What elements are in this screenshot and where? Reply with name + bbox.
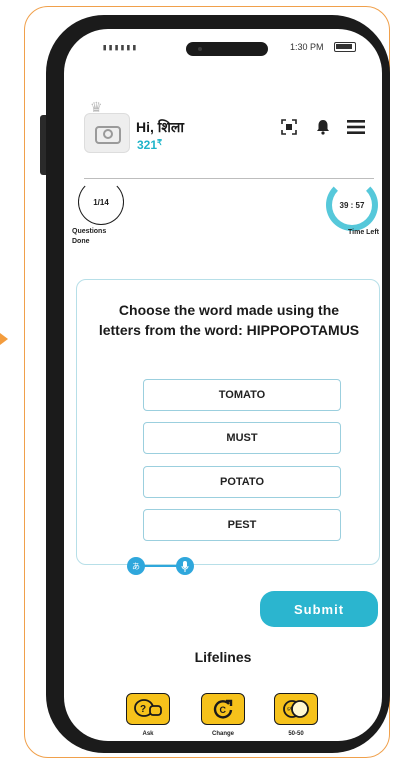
avatar[interactable]: ♛	[84, 99, 130, 157]
lens-icon	[103, 129, 113, 139]
submit-button[interactable]: Submit	[260, 591, 378, 627]
connector-line	[143, 565, 177, 567]
timer-label: Time Left	[348, 229, 379, 236]
greeting: Hi, शिला	[136, 119, 185, 135]
svg-text:あ: あ	[132, 562, 140, 571]
side-button	[40, 115, 46, 175]
timer-circle: 39 : 57	[326, 179, 378, 231]
timer-value: 39 : 57	[339, 200, 365, 210]
phone-screen: ▮▮▮▮▮▮ 1:30 PM ♛ Hi, शिला 321₹ 1/14 Ques…	[64, 29, 382, 741]
ask-lifeline-button[interactable]: ?	[126, 693, 170, 725]
fifty-fifty-lifeline-button[interactable]: ⁵⁰	[274, 693, 318, 725]
questions-done-circle: 1/14	[78, 179, 124, 225]
lifeline-label: Ask	[142, 731, 154, 737]
bell-icon[interactable]	[313, 117, 333, 137]
answer-option[interactable]: POTATO	[143, 466, 341, 498]
ask-bubble-icon: ?	[134, 699, 162, 717]
coin-icon: ₹	[157, 138, 163, 147]
signal-icon: ▮▮▮▮▮▮	[102, 43, 138, 53]
lifelines-title: Lifelines	[194, 649, 252, 665]
answer-option[interactable]: MUST	[143, 422, 341, 454]
avatar-placeholder	[84, 113, 130, 153]
status-bar: ▮▮▮▮▮▮ 1:30 PM	[64, 29, 382, 65]
battery-icon	[334, 42, 356, 52]
arrow-icon	[0, 333, 8, 345]
svg-text:C: C	[220, 705, 227, 715]
change-lifeline-button[interactable]: C	[201, 693, 245, 725]
divider	[84, 178, 374, 179]
question-card: Choose the word made using the letters f…	[76, 279, 380, 575]
svg-text:?: ?	[140, 704, 146, 715]
qr-scan-icon[interactable]	[279, 117, 299, 137]
answer-option[interactable]: TOMATO	[143, 379, 341, 411]
questions-done-label: Questions Done	[72, 228, 107, 245]
microphone-icon[interactable]	[176, 557, 194, 575]
points-number: 321	[137, 138, 158, 152]
change-icon: C	[213, 699, 233, 719]
fifty-fifty-icon: ⁵⁰	[283, 700, 309, 718]
lifeline-label: 50-50	[288, 731, 304, 737]
notch	[186, 42, 268, 56]
translate-icon[interactable]: あ	[127, 557, 145, 575]
status-time: 1:30 PM	[290, 42, 324, 52]
answer-option[interactable]: PEST	[143, 509, 341, 541]
question-text: Choose the word made using the letters f…	[98, 302, 360, 338]
phone-frame: ▮▮▮▮▮▮ 1:30 PM ♛ Hi, शिला 321₹ 1/14 Ques…	[40, 15, 390, 753]
hamburger-menu-icon[interactable]	[346, 117, 366, 137]
camera-icon	[198, 47, 202, 51]
questions-done-value: 1/14	[93, 197, 109, 207]
points-value: 321₹	[137, 138, 162, 152]
svg-text:⁵⁰: ⁵⁰	[287, 706, 293, 714]
lifeline-label: Change	[211, 731, 234, 737]
